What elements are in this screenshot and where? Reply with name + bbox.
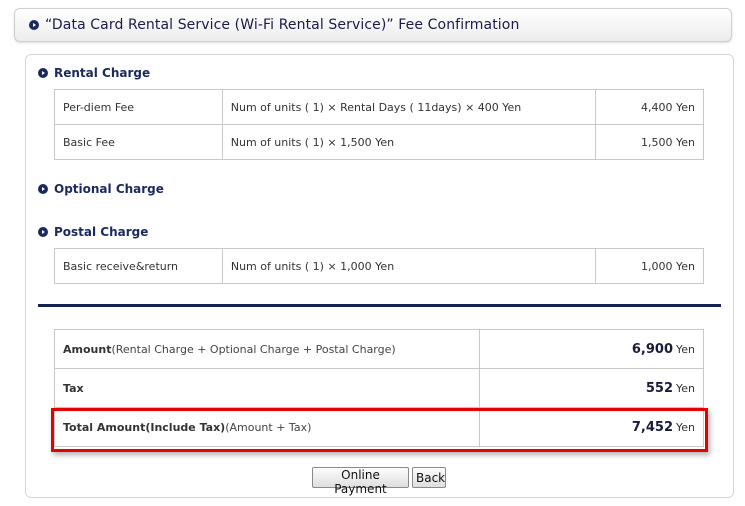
arrow-bullet-icon	[38, 68, 48, 78]
online-payment-button[interactable]: Online Payment	[312, 467, 409, 496]
table-row: Basic Fee Num of units ( 1) × 1,500 Yen …	[54, 124, 704, 160]
total-highlight-box	[51, 408, 708, 452]
page-title-bar: “Data Card Rental Service (Wi-Fi Rental …	[14, 8, 732, 42]
fee-amount: 4,400 Yen	[595, 89, 704, 125]
fee-amount: 1,000 Yen	[595, 248, 704, 284]
amount-unit: Yen	[676, 342, 695, 356]
rental-charge-heading: Rental Charge	[38, 66, 150, 80]
postal-charge-title: Postal Charge	[54, 225, 149, 239]
table-row: Basic receive&return Num of units ( 1) ×…	[54, 248, 704, 284]
amount-note: (Rental Charge + Optional Charge + Posta…	[111, 342, 396, 356]
summary-row-tax: Tax 552 Yen	[53, 368, 704, 408]
rental-charge-title: Rental Charge	[54, 66, 151, 80]
back-button[interactable]: Back	[412, 467, 446, 488]
tax-value: 552	[645, 380, 673, 396]
tax-unit: Yen	[676, 381, 695, 395]
optional-charge-title: Optional Charge	[54, 182, 164, 196]
arrow-bullet-icon	[29, 20, 39, 30]
arrow-bullet-icon	[38, 227, 48, 237]
fee-item: Basic Fee	[54, 124, 223, 160]
amount-value: 6,900	[631, 341, 673, 357]
fee-item: Basic receive&return	[54, 248, 223, 284]
tax-label: Tax	[63, 381, 84, 395]
page-title: “Data Card Rental Service (Wi-Fi Rental …	[45, 17, 520, 33]
fee-detail: Num of units ( 1) × 1,500 Yen	[221, 124, 597, 160]
fee-detail: Num of units ( 1) × Rental Days ( 11days…	[221, 89, 597, 125]
fee-amount: 1,500 Yen	[595, 124, 704, 160]
table-row: Per-diem Fee Num of units ( 1) × Rental …	[54, 89, 704, 125]
postal-charge-table: Basic receive&return Num of units ( 1) ×…	[54, 248, 704, 284]
summary-row-amount: Amount(Rental Charge + Optional Charge +…	[53, 329, 704, 369]
postal-charge-heading: Postal Charge	[38, 225, 148, 239]
rental-charge-table: Per-diem Fee Num of units ( 1) × Rental …	[54, 89, 704, 160]
arrow-bullet-icon	[38, 184, 48, 194]
amount-label: Amount	[63, 342, 112, 356]
fee-item: Per-diem Fee	[54, 89, 223, 125]
optional-charge-heading: Optional Charge	[38, 182, 164, 196]
fee-detail: Num of units ( 1) × 1,000 Yen	[221, 248, 597, 284]
section-divider	[38, 304, 721, 307]
